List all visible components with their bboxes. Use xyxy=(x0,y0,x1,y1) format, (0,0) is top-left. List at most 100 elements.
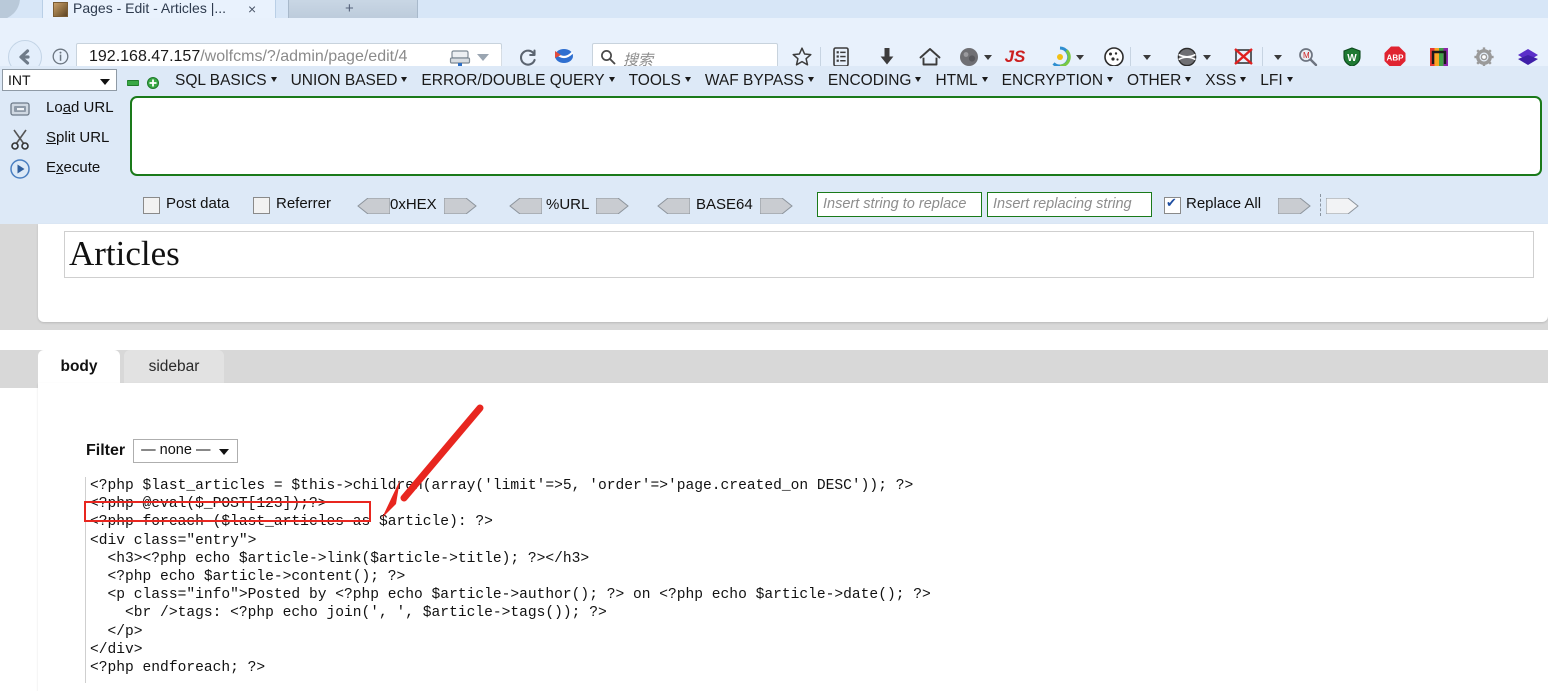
address-bar-divider xyxy=(501,49,502,67)
referrer-checkbox[interactable] xyxy=(253,197,270,214)
hex-encode-button[interactable] xyxy=(443,197,478,215)
tab-strip: + Pages - Edit - Articles |... × xyxy=(0,0,1548,18)
chevron-down-icon xyxy=(270,77,277,82)
menu-label: WAF BYPASS xyxy=(704,72,804,89)
url-decode-button[interactable] xyxy=(508,197,543,215)
referrer-label: Referrer xyxy=(276,195,332,212)
load-url-button[interactable]: Load URL xyxy=(0,94,126,124)
page-body-code-editor[interactable]: <?php $last_articles = $this->children(a… xyxy=(85,477,1515,683)
page-title-input[interactable]: Articles xyxy=(64,231,1534,278)
hex-label: 0xHEX xyxy=(390,196,437,213)
hackbar-options-row: Post data Referrer 0xHEX %URL BASE64 Ins… xyxy=(0,188,1548,222)
chevron-down-icon xyxy=(608,77,615,82)
filter-row: Filter — none — xyxy=(86,439,239,463)
chevron-down-icon xyxy=(219,449,230,455)
chevron-down-icon xyxy=(100,79,110,85)
chevron-down-icon xyxy=(401,77,408,82)
execute-button[interactable]: Execute xyxy=(0,154,126,184)
chevron-down-icon xyxy=(807,77,814,82)
menu-label: TOOLS xyxy=(628,72,681,89)
menu-label: ENCRYPTION xyxy=(1001,72,1104,89)
hackbar-toolbar: INT SQL BASICS UNION BASED ERROR/DOUBLE … xyxy=(0,66,1548,225)
colorzilla-dropdown-icon[interactable] xyxy=(1076,55,1084,60)
chevron-down-icon xyxy=(684,77,691,82)
replace-to-input[interactable]: Insert replacing string xyxy=(987,192,1152,217)
menu-label: ERROR/DOUBLE QUERY xyxy=(421,72,605,89)
hackbar-url-textarea[interactable] xyxy=(130,96,1542,176)
hackbar-type-select[interactable]: INT xyxy=(2,69,117,91)
svg-text:ABP: ABP xyxy=(1387,54,1405,63)
execute-icon xyxy=(8,157,32,181)
cookie-dropdown-icon[interactable] xyxy=(1143,55,1151,60)
url-encode-button[interactable] xyxy=(595,197,630,215)
replace-secondary-button[interactable] xyxy=(1325,197,1360,215)
replace-apply-button[interactable] xyxy=(1277,197,1312,215)
replace-all-checkbox[interactable] xyxy=(1164,195,1181,214)
menu-label: LFI xyxy=(1260,72,1283,89)
hackbar-remove-button[interactable] xyxy=(126,76,140,88)
hackbar-menu-other[interactable]: OTHER xyxy=(1120,72,1198,90)
filter-label: Filter xyxy=(86,442,126,459)
page-title-card: Articles xyxy=(38,224,1548,322)
replace-all-label: Replace All xyxy=(1186,195,1262,212)
browser-chrome: + Pages - Edit - Articles |... × 192.168… xyxy=(0,0,1548,74)
url-text: 192.168.47.157/wolfcms/?/admin/page/edit… xyxy=(89,48,407,66)
url-encode-label: %URL xyxy=(546,196,590,213)
menu-label: ENCODING xyxy=(827,72,912,89)
load-url-icon xyxy=(8,97,32,121)
filter-select[interactable]: — none — xyxy=(133,439,239,463)
tab-body[interactable]: body xyxy=(38,350,120,383)
split-url-button[interactable]: Split URL xyxy=(0,124,126,154)
menu-label: XSS xyxy=(1205,72,1237,89)
hackbar-menu-encryption[interactable]: ENCRYPTION xyxy=(995,72,1120,90)
replace-to-placeholder: Insert replacing string xyxy=(993,196,1132,212)
replace-from-input[interactable]: Insert string to replace xyxy=(817,192,982,217)
hackbar-menu-xss[interactable]: XSS xyxy=(1198,72,1253,90)
hackbar-menu-waf-bypass[interactable]: WAF BYPASS xyxy=(698,72,821,90)
execute-label: Execute xyxy=(46,159,101,176)
menu-label: SQL BASICS xyxy=(175,72,267,89)
image-blocker-dropdown-icon[interactable] xyxy=(1274,55,1282,60)
reader-dropdown-icon[interactable] xyxy=(477,54,489,61)
svg-text:W: W xyxy=(1347,53,1357,64)
editor-panel: Filter — none — <?php $last_articles = $… xyxy=(38,383,1548,691)
hackbar-menu-sql-basics[interactable]: SQL BASICS xyxy=(168,72,284,90)
hackbar-add-button[interactable] xyxy=(147,76,159,89)
site-info-icon[interactable] xyxy=(52,48,69,65)
base64-decode-button[interactable] xyxy=(656,197,691,215)
hackbar-menu-html[interactable]: HTML xyxy=(928,72,994,90)
reader-view-icon[interactable] xyxy=(449,48,471,68)
hackbar-menu-tools[interactable]: TOOLS xyxy=(622,72,698,90)
hackbar-menu-lfi[interactable]: LFI xyxy=(1253,72,1299,90)
hex-decode-button[interactable] xyxy=(356,197,391,215)
proxy-dropdown-icon[interactable] xyxy=(1203,55,1211,60)
hackbar-menu-error-double-query[interactable]: ERROR/DOUBLE QUERY xyxy=(414,72,621,90)
menu-label: UNION BASED xyxy=(290,72,398,89)
new-tab-button[interactable]: + xyxy=(345,0,354,17)
chevron-down-icon xyxy=(1185,77,1192,82)
load-url-label: Load URL xyxy=(46,99,114,116)
base64-label: BASE64 xyxy=(696,196,753,213)
url-host: 192.168.47.157 xyxy=(89,48,201,65)
svg-text:M: M xyxy=(1303,51,1310,60)
tab-sidebar[interactable]: sidebar xyxy=(124,350,224,383)
chevron-down-icon xyxy=(981,77,988,82)
tabstrip-edge-decor xyxy=(0,0,20,18)
navigation-toolbar: 192.168.47.157/wolfcms/?/admin/page/edit… xyxy=(0,18,1548,74)
chevron-down-icon xyxy=(1107,77,1114,82)
replace-from-placeholder: Insert string to replace xyxy=(823,196,967,212)
filter-value: — none — xyxy=(141,442,211,458)
browser-tab-active[interactable]: Pages - Edit - Articles |... × xyxy=(42,0,276,18)
post-data-label: Post data xyxy=(166,195,230,212)
tab-close-icon[interactable]: × xyxy=(248,1,256,17)
hackbar-menu-encoding[interactable]: ENCODING xyxy=(821,72,929,90)
page-content: Articles body sidebar Filter — none — <?… xyxy=(0,224,1548,691)
base64-encode-button[interactable] xyxy=(759,197,794,215)
toolbar-dashed-divider xyxy=(1320,194,1321,216)
hackbar-menu-bar: SQL BASICS UNION BASED ERROR/DOUBLE QUER… xyxy=(168,70,1300,92)
post-data-checkbox[interactable] xyxy=(143,197,160,214)
browser-window: + Pages - Edit - Articles |... × 192.168… xyxy=(0,0,1548,691)
hackbar-type-value: INT xyxy=(8,72,31,88)
account-dropdown-icon[interactable] xyxy=(984,55,992,60)
hackbar-menu-union-based[interactable]: UNION BASED xyxy=(284,72,415,90)
